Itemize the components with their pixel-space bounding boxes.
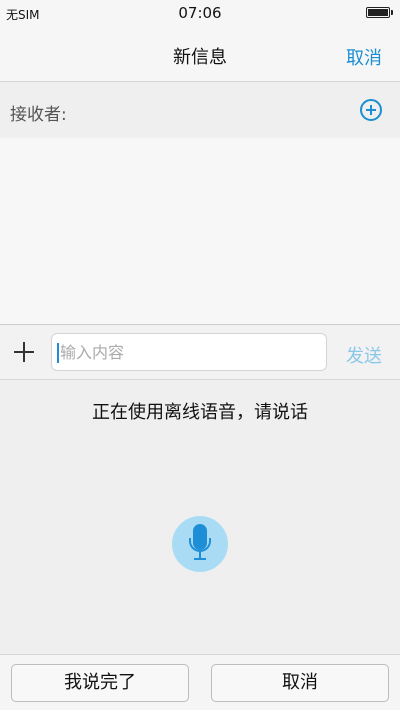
- plus-circle-icon[interactable]: [360, 99, 382, 121]
- text-caret: [57, 343, 59, 363]
- nav-bar: 新信息 取消: [0, 28, 400, 82]
- microphone-button[interactable]: [172, 516, 228, 572]
- compose-bar: 发送: [0, 324, 400, 380]
- message-area: [0, 138, 400, 324]
- status-time: 07:06: [178, 4, 222, 22]
- message-input[interactable]: [51, 333, 327, 371]
- bottom-bar: 我说完了 取消: [0, 654, 400, 710]
- recipient-label: 接收者:: [10, 105, 67, 125]
- page-title: 新信息: [173, 47, 227, 68]
- voice-panel: 正在使用离线语音，请说话: [0, 380, 400, 654]
- battery-icon: [366, 7, 393, 18]
- plus-icon[interactable]: [14, 342, 34, 362]
- cancel-voice-button[interactable]: 取消: [211, 664, 389, 702]
- finish-speaking-button[interactable]: 我说完了: [11, 664, 189, 702]
- status-bar: 无SIM 07:06: [0, 0, 400, 28]
- voice-status-text: 正在使用离线语音，请说话: [92, 402, 308, 423]
- recipient-row[interactable]: 接收者:: [0, 82, 400, 138]
- send-button[interactable]: 发送: [346, 342, 382, 368]
- cancel-button[interactable]: 取消: [346, 44, 382, 70]
